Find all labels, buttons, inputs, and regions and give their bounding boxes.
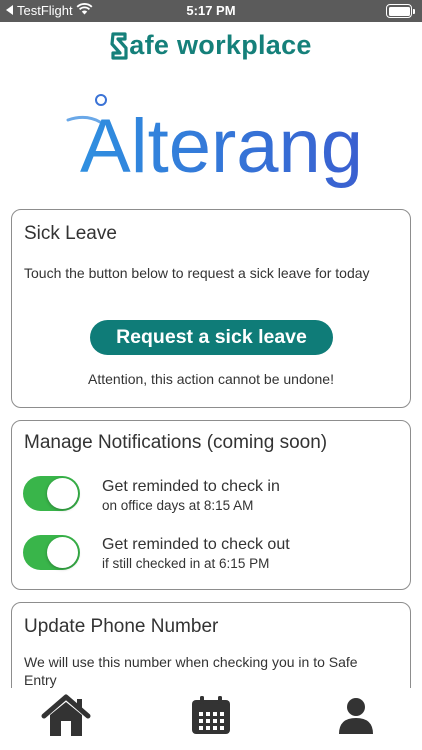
- sick-leave-warning: Attention, this action cannot be undone!: [88, 371, 334, 387]
- toggle-knob: [47, 478, 78, 509]
- sick-leave-card: Sick Leave Touch the button below to req…: [11, 209, 411, 408]
- calendar-icon: [190, 695, 232, 741]
- clock: 5:17 PM: [186, 3, 236, 18]
- app-brand: afe workplace: [0, 30, 422, 61]
- app-name: afe workplace: [129, 30, 312, 60]
- safe-workplace-s-logo-icon: [110, 31, 128, 61]
- toggle-knob: [47, 537, 78, 568]
- request-sick-leave-button[interactable]: Request a sick leave: [90, 320, 333, 355]
- check-in-reminder-label: Get reminded to check in: [102, 478, 280, 495]
- alterang-logo: Alterang: [66, 94, 363, 189]
- battery-icon: [386, 4, 415, 18]
- notifications-title: Manage Notifications (coming soon): [24, 432, 328, 453]
- notifications-card: Manage Notifications (coming soon) Get r…: [11, 420, 411, 590]
- home-icon: [41, 694, 91, 743]
- status-bar: TestFlight 5:17 PM: [0, 0, 422, 22]
- tab-home[interactable]: [36, 690, 96, 746]
- tab-calendar[interactable]: [181, 690, 241, 746]
- settings-scroll-area[interactable]: Sick Leave Touch the button below to req…: [0, 208, 422, 688]
- check-in-reminder-toggle[interactable]: [23, 476, 80, 511]
- sick-leave-description: Touch the button below to request a sick…: [24, 265, 370, 281]
- phone-number-description: We will use this number when checking yo…: [24, 654, 358, 688]
- check-in-reminder-sublabel: on office days at 8:15 AM: [102, 498, 254, 513]
- tab-profile[interactable]: [326, 690, 386, 746]
- check-out-reminder-label: Get reminded to check out: [102, 536, 290, 553]
- phone-number-card: Update Phone Number We will use this num…: [11, 602, 411, 688]
- logo-wordmark: Alterang: [80, 104, 363, 189]
- sick-leave-title: Sick Leave: [24, 223, 117, 244]
- tab-bar: [0, 688, 422, 750]
- check-out-reminder-sublabel: if still checked in at 6:15 PM: [102, 556, 270, 571]
- check-out-reminder-toggle[interactable]: [23, 535, 80, 570]
- profile-icon: [336, 696, 376, 741]
- phone-number-title: Update Phone Number: [24, 616, 219, 637]
